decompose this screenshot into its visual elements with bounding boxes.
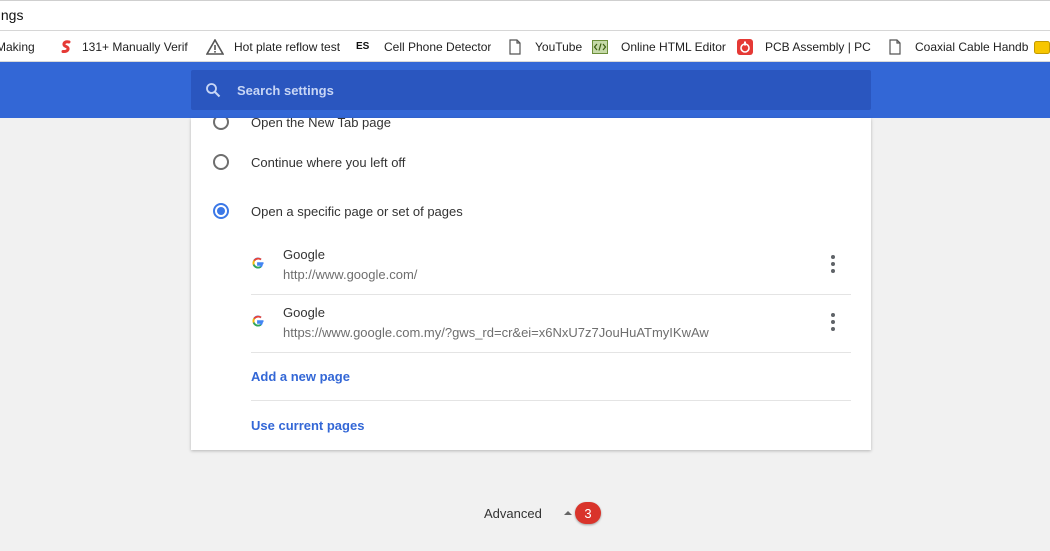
radio-button[interactable] xyxy=(213,154,229,170)
s-logo-icon xyxy=(58,39,74,55)
bookmarks-bar: Making 131+ Manually Verif Hot plate ref… xyxy=(0,31,1050,62)
bookmark-overflow[interactable] xyxy=(1034,31,1050,61)
address-bar[interactable]: ttings xyxy=(0,0,1050,31)
bookmark-pcb-assembly[interactable]: PCB Assembly | PCB xyxy=(737,31,871,61)
startup-page-url: http://www.google.com/ xyxy=(283,267,418,282)
bookmark-label: Making xyxy=(0,39,35,54)
warning-triangle-icon xyxy=(206,37,225,55)
search-input[interactable]: Search settings xyxy=(237,83,334,98)
page-icon xyxy=(508,38,524,55)
google-logo-icon xyxy=(251,314,265,328)
radio-button[interactable] xyxy=(213,118,229,130)
divider xyxy=(251,400,851,401)
advanced-toggle[interactable]: Advanced xyxy=(484,506,542,521)
bookmark-html-editor[interactable]: Online HTML Editor xyxy=(592,31,728,61)
startup-option-label: Open the New Tab page xyxy=(251,118,391,130)
arrow-up-icon[interactable] xyxy=(564,511,572,515)
bookmark-label: Cell Phone Detector xyxy=(384,39,492,54)
radio-button-checked[interactable] xyxy=(213,203,229,219)
bookmark-label: Online HTML Editor xyxy=(621,39,726,54)
bookmark-cell-phone[interactable]: ES Cell Phone Detector xyxy=(356,31,493,61)
code-editor-icon xyxy=(592,39,608,55)
bookmark-hot-plate[interactable]: Hot plate reflow test xyxy=(206,31,344,61)
bookmark-label: PCB Assembly | PCB xyxy=(765,39,871,54)
search-settings-box[interactable]: Search settings xyxy=(191,70,871,110)
bookmark-making[interactable]: Making xyxy=(0,31,46,61)
startup-option-label: Continue where you left off xyxy=(251,154,406,170)
pcb-logo-icon xyxy=(737,38,753,55)
bookmark-label: Hot plate reflow test xyxy=(234,39,341,54)
bookmark-label: 131+ Manually Verif xyxy=(82,39,188,54)
use-current-pages-link[interactable]: Use current pages xyxy=(251,418,364,433)
es-logo-icon: ES xyxy=(356,41,370,52)
on-startup-card: Open the New Tab page Continue where you… xyxy=(191,118,871,450)
startup-page-item: Google http://www.google.com/ xyxy=(251,237,851,295)
more-vert-icon[interactable] xyxy=(825,255,841,273)
startup-page-url: https://www.google.com.my/?gws_rd=cr&ei=… xyxy=(283,325,709,340)
page-icon xyxy=(888,38,904,55)
startup-option-specific-pages[interactable]: Open a specific page or set of pages xyxy=(191,191,463,231)
startup-option-label: Open a specific page or set of pages xyxy=(251,203,463,219)
more-vert-icon[interactable] xyxy=(825,313,841,331)
startup-page-name: Google xyxy=(283,305,325,320)
address-bar-url[interactable]: ttings xyxy=(0,7,23,23)
bookmark-label: YouTube xyxy=(535,39,583,54)
google-logo-icon xyxy=(251,256,265,270)
bookmark-coaxial-cable[interactable]: Coaxial Cable Handb xyxy=(888,31,1028,61)
startup-option-continue[interactable]: Continue where you left off xyxy=(191,142,405,182)
startup-option-new-tab[interactable]: Open the New Tab page xyxy=(191,118,391,142)
settings-header: Search settings xyxy=(0,62,1050,118)
search-icon xyxy=(205,82,221,98)
folder-icon xyxy=(1034,39,1050,55)
startup-page-item: Google https://www.google.com.my/?gws_rd… xyxy=(251,295,851,353)
startup-page-name: Google xyxy=(283,247,325,262)
step-badge: 3 xyxy=(575,502,601,524)
bookmark-manually-verified[interactable]: 131+ Manually Verif xyxy=(58,31,194,61)
bookmark-label: Coaxial Cable Handb xyxy=(915,39,1028,54)
bookmark-youtube[interactable]: YouTube xyxy=(508,31,588,61)
add-new-page-link[interactable]: Add a new page xyxy=(251,369,350,384)
